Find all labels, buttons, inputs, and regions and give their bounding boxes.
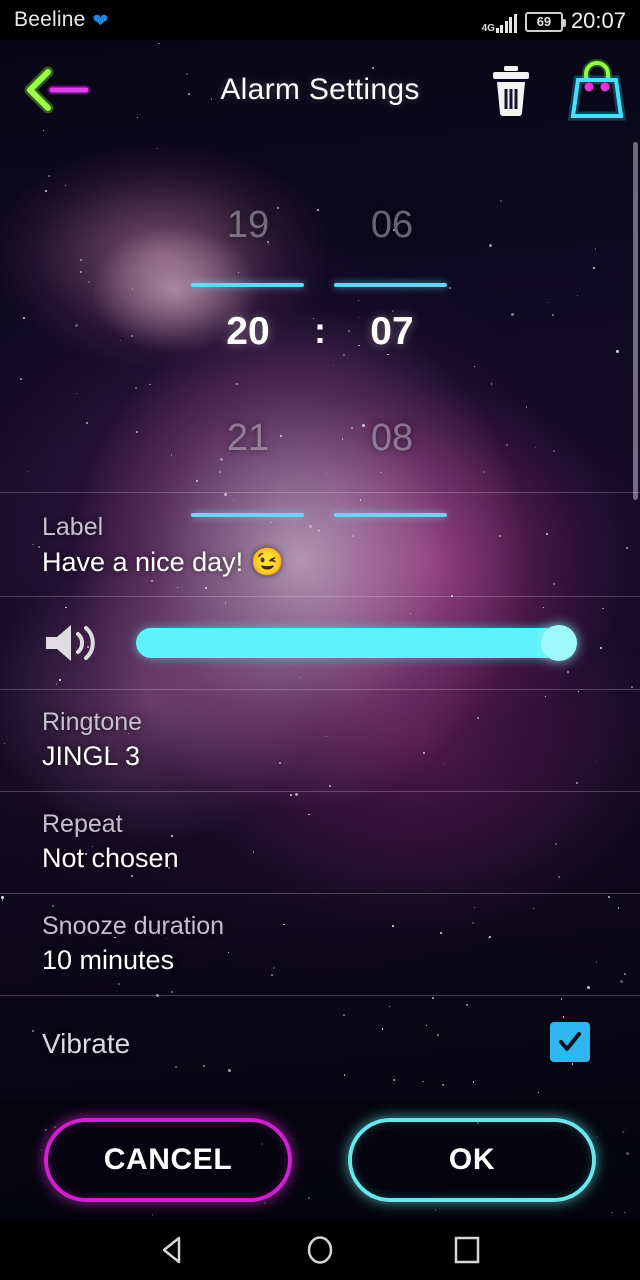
nav-home-icon[interactable] (290, 1220, 350, 1280)
scrollbar[interactable] (633, 142, 638, 500)
ok-button[interactable]: OK (348, 1118, 596, 1202)
network-type-label: 4G (481, 22, 495, 34)
setting-row-label[interactable]: Label Have a nice day! 😉 (0, 493, 640, 596)
android-nav-bar (0, 1220, 640, 1280)
clock-label: 20:07 (570, 7, 626, 33)
shopping-bag-icon[interactable] (566, 58, 628, 122)
speaker-icon (42, 620, 114, 666)
setting-row-repeat[interactable]: Repeat Not chosen (0, 792, 640, 893)
alarm-settings-screen: Beeline ❤ 4G 69 20:07 Alarm Settings 19 … (0, 0, 640, 1280)
page-title: Alarm Settings (220, 73, 420, 106)
ringtone-row-title: Ringtone (42, 708, 143, 736)
volume-slider-thumb[interactable] (541, 625, 577, 661)
volume-slider[interactable] (136, 625, 577, 661)
signal-bars-icon (495, 13, 517, 33)
repeat-row-value: Not chosen (42, 843, 179, 873)
snooze-row-title: Snooze duration (42, 912, 225, 940)
time-separator: : (314, 310, 326, 351)
battery-level-label: 69 (536, 14, 552, 29)
setting-row-vibrate[interactable]: Vibrate (0, 996, 640, 1091)
minute-divider-top (334, 283, 447, 287)
status-bar: Beeline ❤ 4G 69 20:07 (0, 0, 640, 40)
app-header: Alarm Settings (0, 40, 640, 140)
setting-row-volume[interactable] (0, 597, 640, 689)
action-bar: CANCEL OK (0, 1100, 640, 1220)
settings-list: 19 20 21 06 07 08 : Label Have a nice da… (0, 140, 640, 1100)
nav-back-icon[interactable] (143, 1220, 203, 1280)
snooze-row-value: 10 minutes (42, 945, 175, 975)
label-row-value: Have a nice day! 😉 (42, 547, 285, 577)
signal-indicator: 4G (482, 9, 517, 33)
label-row-title: Label (42, 513, 104, 541)
battery-icon: 69 (524, 11, 566, 32)
nav-recents-icon[interactable] (437, 1220, 497, 1280)
setting-row-snooze[interactable]: Snooze duration 10 minutes (0, 894, 640, 995)
hour-divider-top (191, 283, 304, 287)
vibrate-checkbox[interactable] (550, 1022, 590, 1062)
setting-row-ringtone[interactable]: Ringtone JINGL 3 (0, 690, 640, 791)
trash-icon[interactable] (480, 60, 542, 120)
minute-next[interactable]: 08 (292, 417, 492, 460)
time-picker[interactable]: 19 20 21 06 07 08 : (0, 140, 640, 517)
repeat-row-title: Repeat (42, 810, 123, 838)
heart-icon: ❤ (92, 10, 109, 32)
ringtone-row-value: JINGL 3 (42, 741, 141, 771)
carrier-label: Beeline (14, 8, 86, 31)
minute-previous[interactable]: 06 (292, 204, 492, 247)
volume-slider-fill (136, 628, 560, 658)
cancel-button[interactable]: CANCEL (44, 1118, 292, 1202)
status-bar-right: 4G 69 20:07 (482, 7, 626, 34)
vibrate-row-title: Vibrate (42, 1027, 131, 1059)
